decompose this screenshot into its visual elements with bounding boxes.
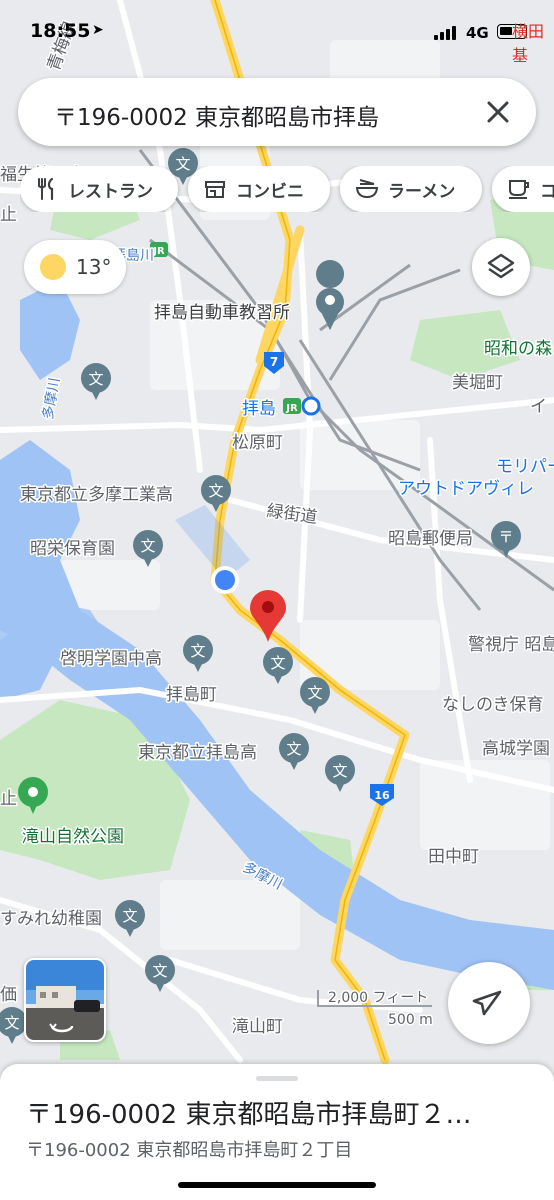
svg-text:文: 文 [190,642,205,660]
status-bar: 18:55 ➤ 4G 横田基 [0,0,554,65]
place-subtitle: 〒196-0002 東京都昭島市拝島町２丁目 [26,1140,353,1161]
close-search-button[interactable] [478,92,518,132]
svg-text:文: 文 [152,962,167,980]
svg-text:文: 文 [307,684,322,702]
network-type: 4G [466,24,489,42]
svg-text:文: 文 [4,1014,19,1032]
store-icon [205,181,225,198]
search-bar[interactable]: 〒196-0002 東京都昭島市拝島 [18,78,536,146]
cellular-signal-icon [434,24,460,40]
svg-text:〒: 〒 [498,528,513,546]
label-haijimacho: 拝島町 [166,685,217,705]
navigation-arrow-icon [472,990,502,1016]
label-tama-tech-high: 東京都立多摩工業高 [20,485,173,505]
layers-button[interactable] [472,238,530,296]
label-haijima-high: 東京都立拝島高 [138,743,257,763]
chip-restaurant-label: レストラン [68,181,153,202]
temperature: 13° [76,255,112,279]
svg-text:JR: JR [152,246,165,257]
label-takajo: 高城学園 [482,739,550,759]
label-haijima-driving-school: 拝島自動車教習所 [154,303,290,323]
chip-restaurant[interactable]: レストラン [20,166,178,212]
coffee-cup-icon [509,180,529,199]
label-takiyamacho: 滝山町 [232,1017,283,1037]
chip-coffee[interactable]: コ [492,166,554,212]
svg-text:文: 文 [270,654,285,672]
my-location-dot [215,570,235,590]
home-indicator[interactable] [178,1182,376,1188]
svg-text:文: 文 [286,740,301,758]
close-icon[interactable] [478,92,518,132]
svg-text:文: 文 [208,482,223,500]
layers-icon [487,253,515,279]
ramen-bowl-icon [355,179,379,199]
label-moripark: モリパー [496,457,554,477]
svg-text:JR: JR [285,403,298,414]
svg-text:7: 7 [270,355,278,369]
place-title: 〒196-0002 東京都昭島市拝島町２… [26,1100,472,1130]
sheet-grabber[interactable] [256,1076,298,1081]
label-takiyama-park: 滝山自然公園 [22,827,124,847]
place-bottom-sheet[interactable]: 〒196-0002 東京都昭島市拝島町２… 〒196-0002 東京都昭島市拝島… [0,1064,554,1200]
label-nashinoki: なしのき保育 [442,695,544,715]
label-mihoricho: 美堀町 [452,373,503,393]
label-matsubaracho: 松原町 [232,433,283,453]
label-keishicho: 警視庁 昭島 [468,635,554,655]
chip-convenience-store[interactable]: コンビニ [188,166,330,212]
fork-knife-icon [38,177,54,201]
chip-convenience-label: コンビニ [236,181,304,202]
sun-icon [40,254,66,280]
label-shoei-nursery: 昭栄保育園 [30,539,115,559]
weather-chip[interactable]: 13° [24,240,126,294]
label-edge-price: 価 [0,985,17,1005]
carrier-text: 横田基 [512,22,545,65]
status-time: 18:55 [30,20,91,42]
svg-text:2,000 フィート: 2,000 フィート [328,990,428,1006]
search-query[interactable]: 〒196-0002 東京都昭島市拝島 [54,98,434,132]
my-location-button[interactable] [448,962,530,1044]
svg-text:文: 文 [122,907,137,925]
chip-coffee-label: コ [540,181,554,202]
label-edge-stop: 止 [0,789,17,809]
svg-text:文: 文 [140,537,155,555]
street-view-thumbnail[interactable] [24,958,106,1042]
location-services-icon: ➤ [92,22,104,38]
label-haijima-station: 拝島 [242,399,276,419]
label-edge: 止 [0,205,17,225]
label-outdoor-village: アウトドアヴィレ [398,479,534,499]
category-chips: レストラン コンビニ ラーメン コ [20,166,554,212]
label-akishima-post: 昭島郵便局 [388,529,473,549]
svg-text:文: 文 [332,762,347,780]
chip-ramen-label: ラーメン [388,181,456,202]
svg-text:500 m: 500 m [388,1012,433,1028]
label-tanakacho: 田中町 [428,847,479,867]
svg-text:文: 文 [88,370,103,388]
label-keimei: 啓明学園中高 [60,649,162,669]
chip-ramen[interactable]: ラーメン [340,166,482,212]
label-showa-forest: 昭和の森 [484,339,552,359]
label-sumire: すみれ幼稚園 [0,909,102,929]
svg-text:16: 16 [374,789,390,802]
street-view-image [26,960,104,1040]
label-edge-i: イ [530,397,547,417]
